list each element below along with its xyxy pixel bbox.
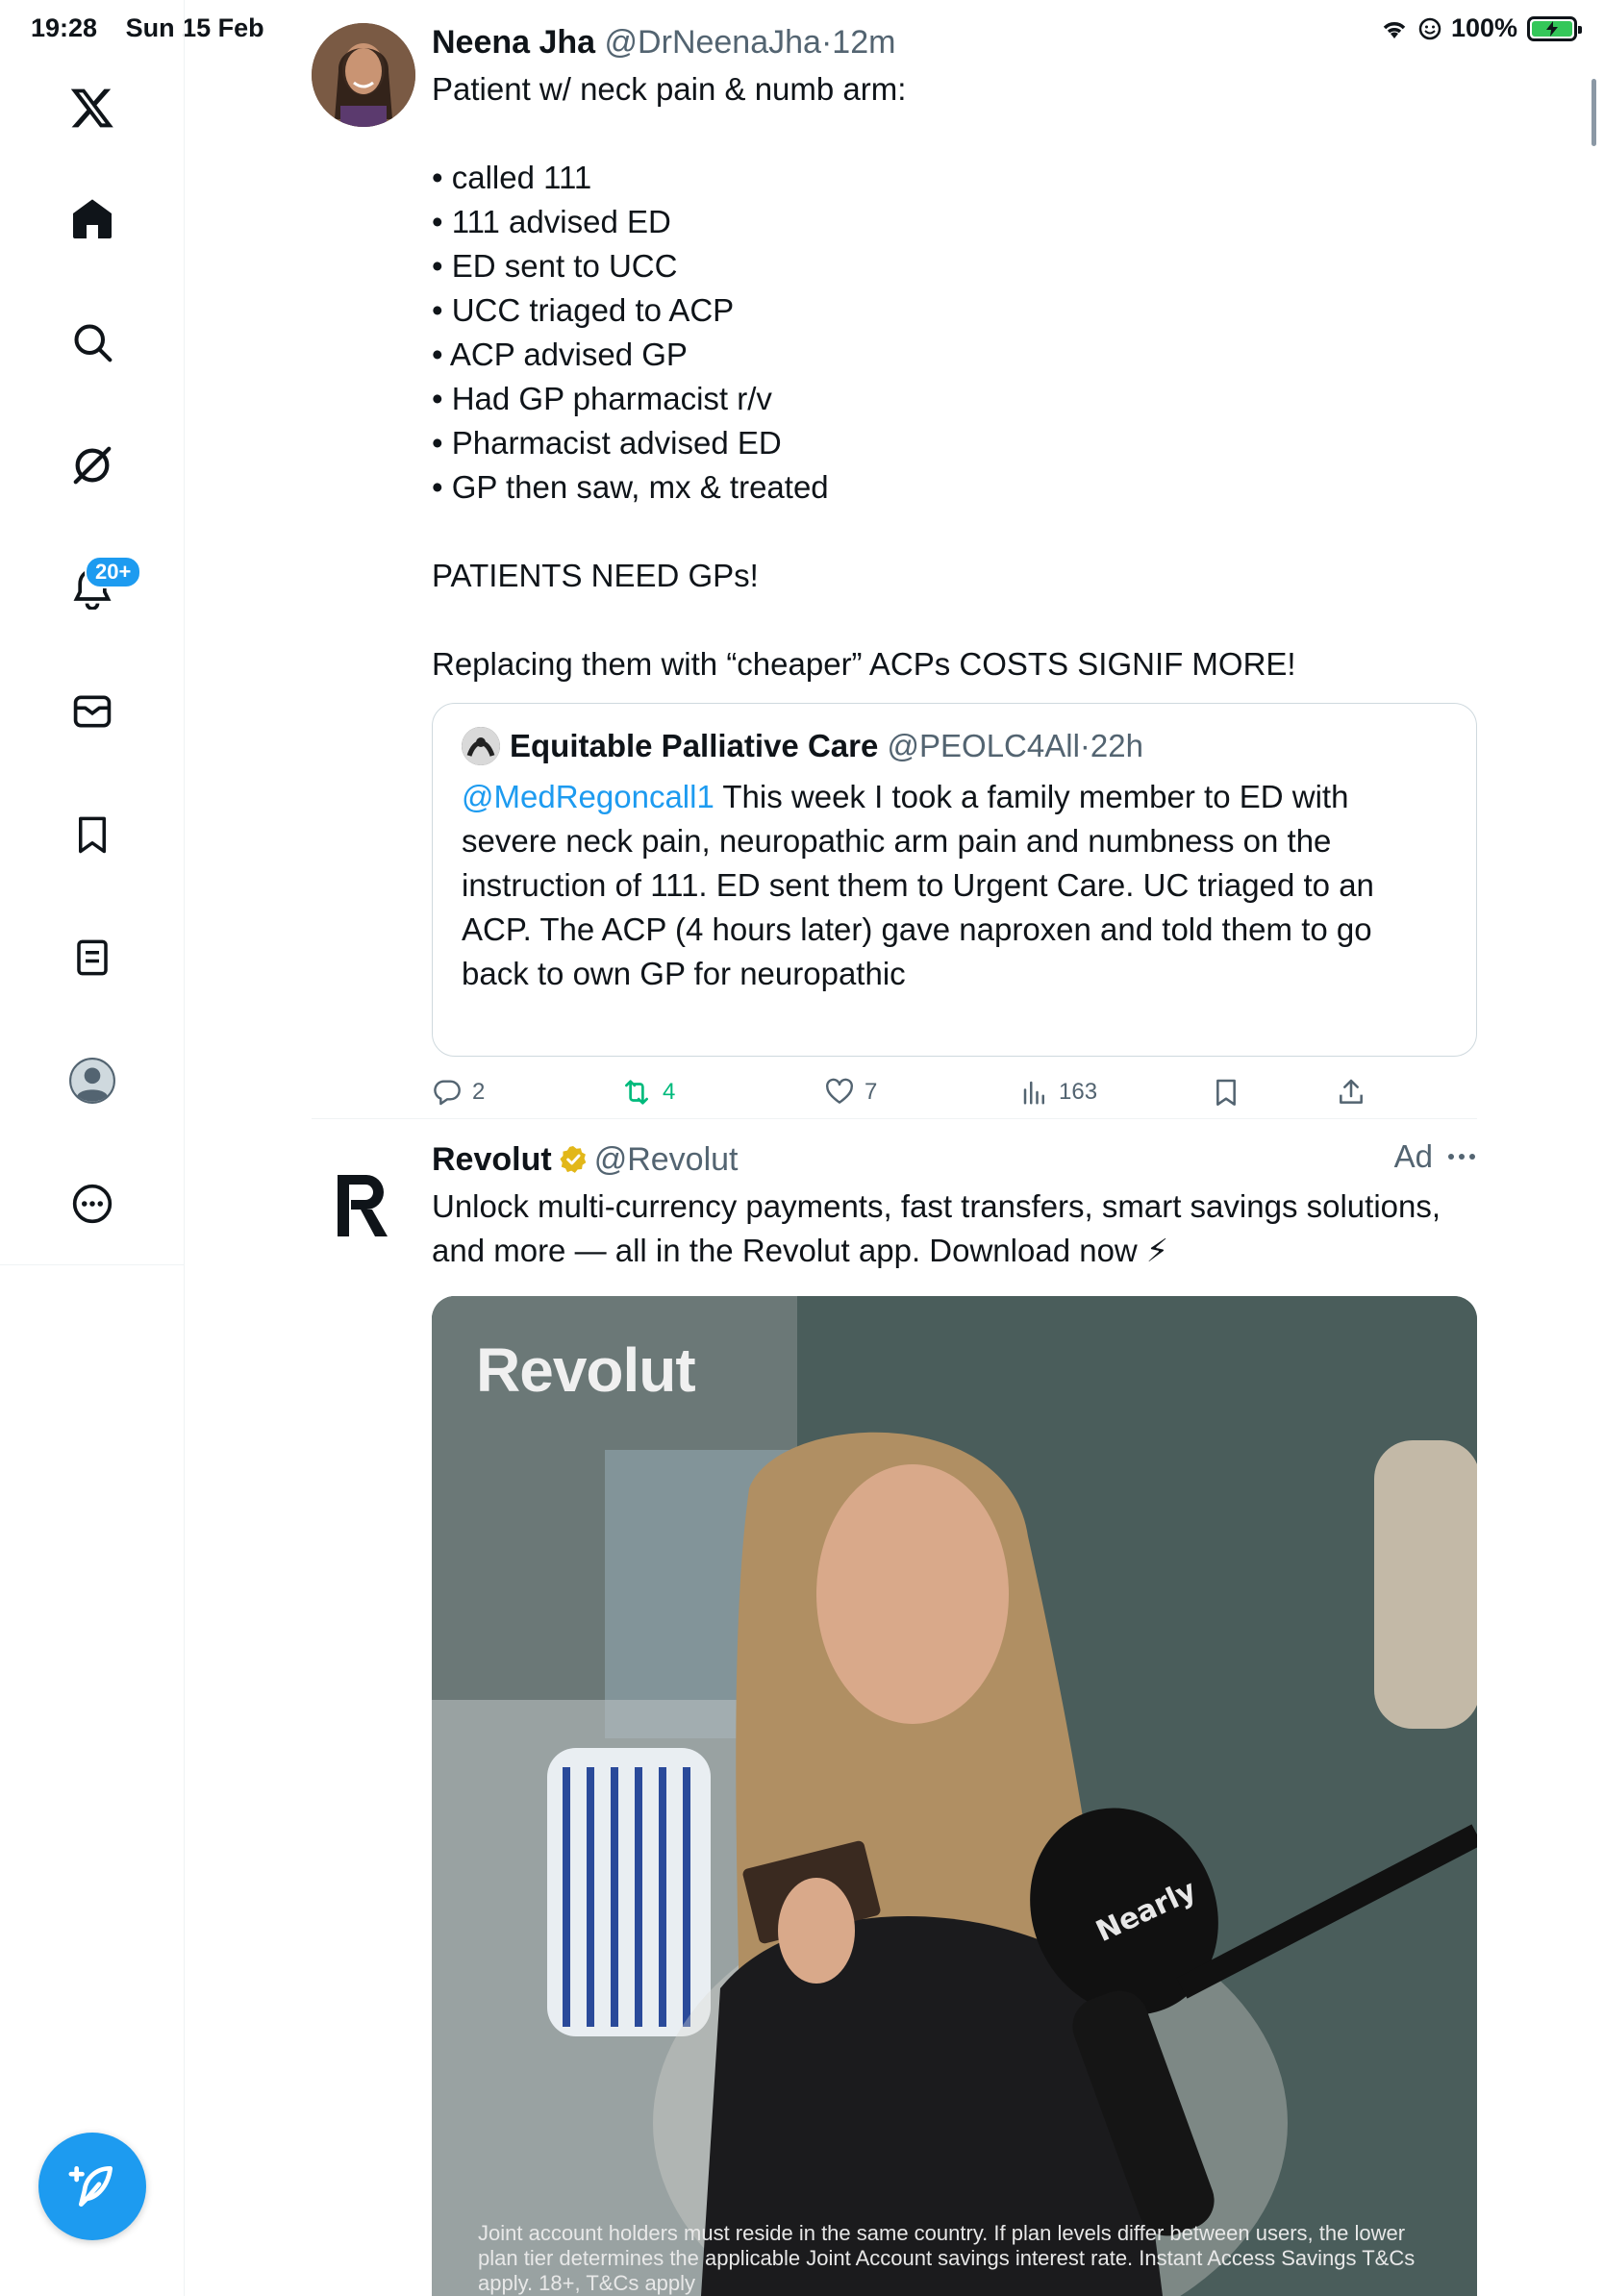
grok-icon — [73, 446, 112, 485]
analytics-bars-icon — [1023, 1081, 1044, 1105]
view-count: 163 — [1059, 1079, 1098, 1105]
retweet-count: 4 — [663, 1079, 676, 1105]
sidebar-item-home[interactable] — [63, 190, 121, 248]
tweet-line: • called 111 — [432, 160, 592, 195]
quoted-tweet-header: Equitable Palliative Care @PEOLC4All · 22h — [462, 725, 1447, 767]
quoted-tweet-text: @MedRegoncall1 This week I took a family… — [462, 775, 1447, 996]
ad-author-name[interactable]: Revolut — [432, 1138, 552, 1181]
list-icon — [77, 939, 108, 976]
separator-dot: · — [820, 24, 833, 61]
sidebar-nav: 20+ — [0, 0, 185, 1265]
scrollbar-thumb[interactable] — [1591, 79, 1596, 146]
retweet-button[interactable]: 4 — [620, 1067, 675, 1117]
compose-feather-icon — [68, 2166, 113, 2207]
tweet-line: • ACP advised GP — [432, 337, 688, 372]
tweet-line: • 111 advised ED — [432, 204, 671, 239]
compose-post-button[interactable] — [38, 2133, 146, 2240]
bookmark-icon — [79, 816, 106, 854]
notification-badge: 20+ — [85, 556, 142, 588]
home-icon — [73, 199, 112, 238]
sidebar-item-more[interactable] — [63, 1175, 121, 1233]
author-handle[interactable]: @DrNeenaJha — [605, 24, 821, 61]
tweet-body: Neena Jha @DrNeenaJha·12m Patient w/ nec… — [432, 21, 1477, 686]
quoted-tweet-time: 22h — [1090, 728, 1143, 763]
share-icon — [1340, 1079, 1363, 1104]
sidebar-item-profile[interactable] — [63, 1052, 121, 1110]
reply-icon — [434, 1080, 461, 1106]
like-button[interactable]: 7 — [824, 1067, 877, 1117]
more-options-icon[interactable] — [1446, 1152, 1477, 1161]
tweet-divider — [312, 1118, 1477, 1119]
mail-icon — [73, 695, 112, 728]
reply-count: 2 — [472, 1079, 486, 1105]
quoted-author-avatar — [462, 727, 500, 765]
sidebar-item-lists[interactable] — [63, 929, 121, 986]
search-icon — [74, 324, 113, 362]
ad-badge: Ad — [1393, 1138, 1433, 1174]
tweet-line: Patient w/ neck pain & numb arm: — [432, 71, 907, 107]
tweet-text: Patient w/ neck pain & numb arm: • calle… — [432, 67, 1477, 686]
tweet-line: • Had GP pharmacist r/v — [432, 381, 772, 416]
tweet-line: PATIENTS NEED GPs! — [432, 558, 759, 593]
ad-video-frame: Nearly — [432, 1296, 1477, 2296]
sidebar-item-grok[interactable] — [63, 437, 121, 494]
mention-link[interactable]: @MedRegoncall1 — [462, 779, 714, 814]
ad-video[interactable]: Nearly Revolut Joint account holders mus… — [432, 1296, 1477, 2296]
sidebar-item-bookmarks[interactable] — [63, 806, 121, 863]
sidebar-item-x-logo[interactable] — [63, 79, 121, 137]
sidebar-item-messages[interactable] — [63, 683, 121, 740]
ad-author-handle[interactable]: @Revolut — [594, 1138, 739, 1181]
ad-video-disclaimer: Joint account holders must reside in the… — [478, 2221, 1416, 2295]
heart-icon — [826, 1078, 853, 1104]
separator-dot: · — [1079, 728, 1090, 763]
tweet-line: • Pharmacist advised ED — [432, 425, 782, 461]
tweet-header: Neena Jha @DrNeenaJha·12m — [432, 21, 1477, 63]
ad-label: Ad — [1394, 1138, 1477, 1175]
author-name[interactable]: Neena Jha — [432, 24, 595, 61]
like-count: 7 — [865, 1079, 878, 1105]
retweet-icon — [625, 1080, 648, 1105]
tweet-line: • UCC triaged to ACP — [432, 292, 735, 328]
tweet-line: • ED sent to UCC — [432, 248, 678, 284]
ad-header: Revolut @Revolut — [432, 1138, 1477, 1181]
share-button[interactable] — [1336, 1067, 1366, 1117]
bookmark-button[interactable] — [1211, 1067, 1241, 1117]
quoted-author-name[interactable]: Equitable Palliative Care — [510, 725, 878, 767]
sidebar-item-search[interactable] — [63, 313, 121, 371]
revolut-r-icon — [338, 1175, 388, 1236]
tweet-time[interactable]: 12m — [832, 24, 895, 61]
reply-button[interactable]: 2 — [432, 1067, 485, 1117]
tweet-actions: 2 4 7 163 — [432, 1067, 1477, 1117]
tweet-line: Replacing them with “cheaper” ACPs COSTS… — [432, 646, 1296, 682]
quoted-tweet[interactable]: Equitable Palliative Care @PEOLC4All · 22h… — [432, 703, 1477, 1057]
more-circle-icon — [72, 1184, 113, 1224]
ad-body: Revolut @Revolut Ad Unlock multi-currenc… — [432, 1138, 1477, 1273]
ad-text: Unlock multi-currency payments, fast tra… — [432, 1188, 1441, 1268]
verified-badge-icon — [558, 1144, 589, 1175]
revolut-logo[interactable] — [325, 1167, 402, 1244]
profile-avatar-icon — [69, 1058, 115, 1104]
bookmark-icon — [1216, 1079, 1236, 1106]
tweet-line: • GP then saw, mx & treated — [432, 469, 829, 505]
quoted-author-handle[interactable]: @PEOLC4All — [888, 725, 1080, 767]
views-button[interactable]: 163 — [1020, 1067, 1097, 1117]
x-logo-icon — [70, 88, 113, 128]
ad-video-brand: Revolut — [476, 1335, 696, 1405]
battery-icon — [1527, 15, 1582, 41]
author-avatar[interactable] — [312, 23, 415, 127]
